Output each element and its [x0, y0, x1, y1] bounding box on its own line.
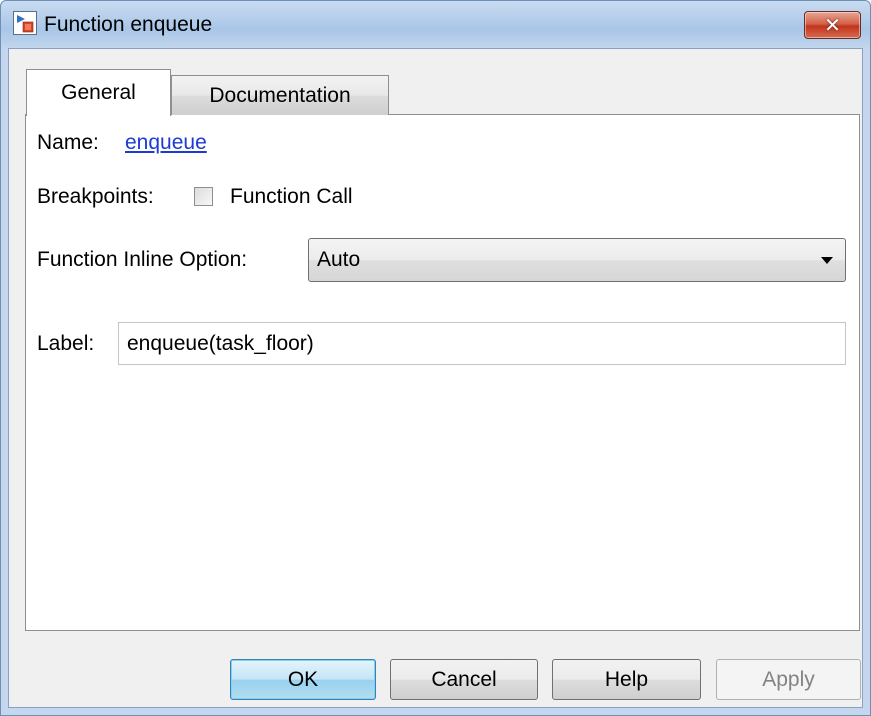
function-block-icon: [13, 11, 37, 35]
cancel-button[interactable]: Cancel: [390, 659, 538, 700]
function-call-label[interactable]: Function Call: [230, 185, 353, 209]
apply-button[interactable]: Apply: [716, 659, 861, 700]
function-call-checkbox[interactable]: [194, 187, 213, 206]
label-input[interactable]: enqueue(task_floor): [118, 322, 846, 365]
inline-option-value: Auto: [317, 248, 361, 271]
breakpoints-label: Breakpoints:: [37, 185, 154, 208]
tab-strip: General Documentation: [16, 69, 861, 116]
close-icon: ✕: [824, 13, 841, 37]
inline-option-label: Function Inline Option:: [37, 248, 248, 271]
inline-option-select[interactable]: Auto: [308, 238, 846, 282]
help-button[interactable]: Help: [552, 659, 701, 700]
tab-general[interactable]: General: [26, 69, 171, 116]
dropdown-arrow-icon: [821, 257, 833, 264]
close-button[interactable]: ✕: [804, 11, 861, 39]
tab-documentation[interactable]: Documentation: [171, 75, 389, 115]
name-label: Name:: [37, 131, 99, 154]
name-link[interactable]: enqueue: [125, 131, 207, 155]
label-label: Label:: [37, 332, 95, 355]
ok-button[interactable]: OK: [230, 659, 376, 700]
window-title: Function enqueue: [44, 13, 213, 36]
title-bar[interactable]: Function enqueue ✕: [1, 1, 870, 49]
